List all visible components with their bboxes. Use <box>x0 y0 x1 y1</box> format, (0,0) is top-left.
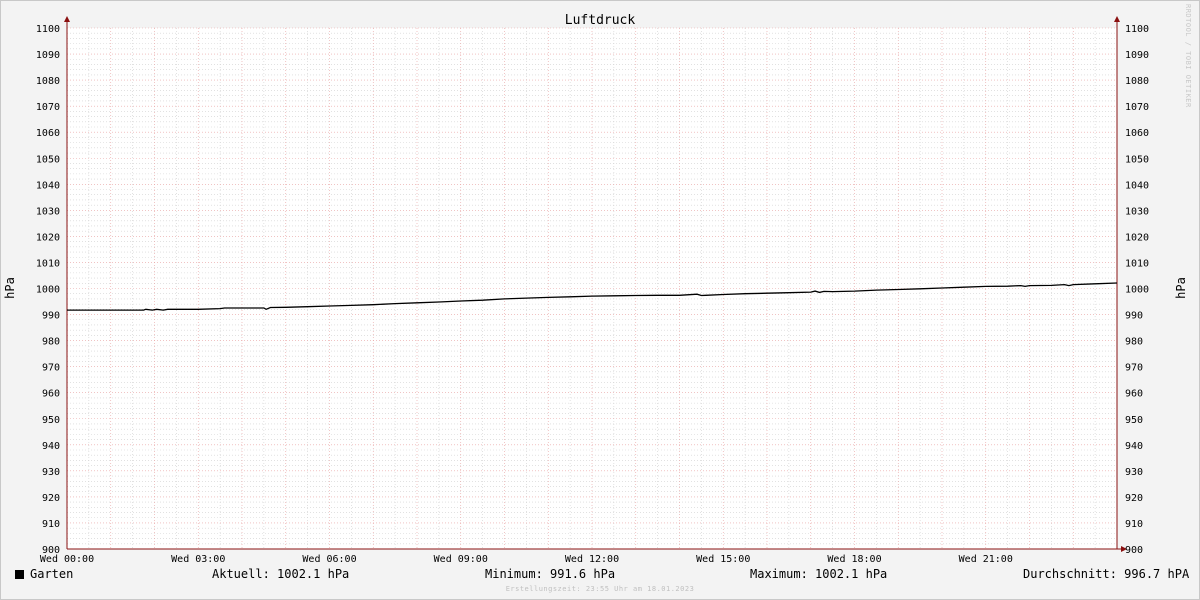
y-tick-label-right: 1060 <box>1125 128 1149 139</box>
y-axis-arrow-right <box>1114 16 1120 22</box>
y-tick-label-left: 930 <box>42 467 60 478</box>
y-tick-label-left: 1060 <box>36 128 60 139</box>
chart-canvas: Luftdruck hPa hPa 900 900910 910920 920930 9… <box>3 13 1188 565</box>
legend-series-name: Garten <box>30 567 74 581</box>
legend-minimum: Minimum: 991.6 hPa <box>485 567 616 581</box>
y-tick-label-left: 1080 <box>36 76 60 87</box>
y-tick-label-left: 1030 <box>36 206 60 217</box>
y-tick-label-left: 1040 <box>36 180 60 191</box>
y-tick-label-right: 950 <box>1125 415 1143 426</box>
y-tick-label-right: 930 <box>1125 467 1143 478</box>
legend-durchschnitt: Durchschnitt: 996.7 hPA <box>1023 567 1190 581</box>
y-tick-label-left: 910 <box>42 519 60 530</box>
y-tick-label-right: 1070 <box>1125 102 1149 113</box>
x-tick-label: Wed 03:00 <box>171 554 225 565</box>
y-tick-label-right: 1030 <box>1125 206 1149 217</box>
x-tick-label: Wed 09:00 <box>434 554 488 565</box>
y-tick-label-left: 960 <box>42 389 60 400</box>
footer-timestamp: Erstellungszeit: 23:55 Uhr am 18.01.2023 <box>505 585 695 593</box>
y-tick-label-right: 990 <box>1125 311 1143 322</box>
y-tick-label-left: 980 <box>42 337 60 348</box>
rrdtool-watermark: RRDTOOL / TOBI OETIKER <box>1184 4 1192 108</box>
y-tick-label-left: 1100 <box>36 24 60 35</box>
y-tick-label-right: 1020 <box>1125 232 1149 243</box>
y-tick-label-right: 960 <box>1125 389 1143 400</box>
x-tick-label: Wed 21:00 <box>959 554 1013 565</box>
y-axis-label-right: hPa <box>1174 277 1188 299</box>
y-tick-label-right: 1090 <box>1125 50 1149 61</box>
y-tick-label-right: 1100 <box>1125 24 1149 35</box>
y-tick-label-left: 1010 <box>36 258 60 269</box>
x-tick-label: Wed 06:00 <box>302 554 356 565</box>
grid <box>67 27 1117 550</box>
y-tick-label-right: 980 <box>1125 337 1143 348</box>
y-tick-label-right: 1000 <box>1125 285 1149 296</box>
y-tick-label-right: 1050 <box>1125 154 1149 165</box>
y-tick-label-left: 1070 <box>36 102 60 113</box>
y-tick-label-right: 910 <box>1125 519 1143 530</box>
chart-title: Luftdruck <box>565 13 636 28</box>
y-axis-label-left: hPa <box>3 277 17 299</box>
y-axis-arrow-left <box>64 16 70 22</box>
y-tick-label-right: 920 <box>1125 493 1143 504</box>
y-tick-label-left: 920 <box>42 493 60 504</box>
y-tick-label-left: 1090 <box>36 50 60 61</box>
y-tick-label-right: 970 <box>1125 363 1143 374</box>
y-tick-label-right: 900 <box>1125 545 1143 556</box>
x-tick-label: Wed 15:00 <box>696 554 750 565</box>
y-tick-label-left: 950 <box>42 415 60 426</box>
y-tick-label-left: 970 <box>42 363 60 374</box>
y-tick-label-left: 1000 <box>36 285 60 296</box>
x-tick-label: Wed 18:00 <box>827 554 881 565</box>
y-tick-label-right: 1080 <box>1125 76 1149 87</box>
x-tick-label: Wed 00:00 <box>40 554 94 565</box>
y-tick-label-right: 1040 <box>1125 180 1149 191</box>
legend: Garten Aktuell: 1002.1 hPa Minimum: 991.… <box>0 567 1200 585</box>
y-tick-label-right: 940 <box>1125 441 1143 452</box>
legend-maximum: Maximum: 1002.1 hPa <box>750 567 888 581</box>
y-tick-label-left: 1050 <box>36 154 60 165</box>
y-tick-label-right: 1010 <box>1125 258 1149 269</box>
y-tick-label-left: 940 <box>42 441 60 452</box>
x-tick-label: Wed 12:00 <box>565 554 619 565</box>
legend-aktuell: Aktuell: 1002.1 hPa <box>212 567 350 581</box>
y-tick-label-left: 1020 <box>36 232 60 243</box>
y-tick-label-left: 990 <box>42 311 60 322</box>
